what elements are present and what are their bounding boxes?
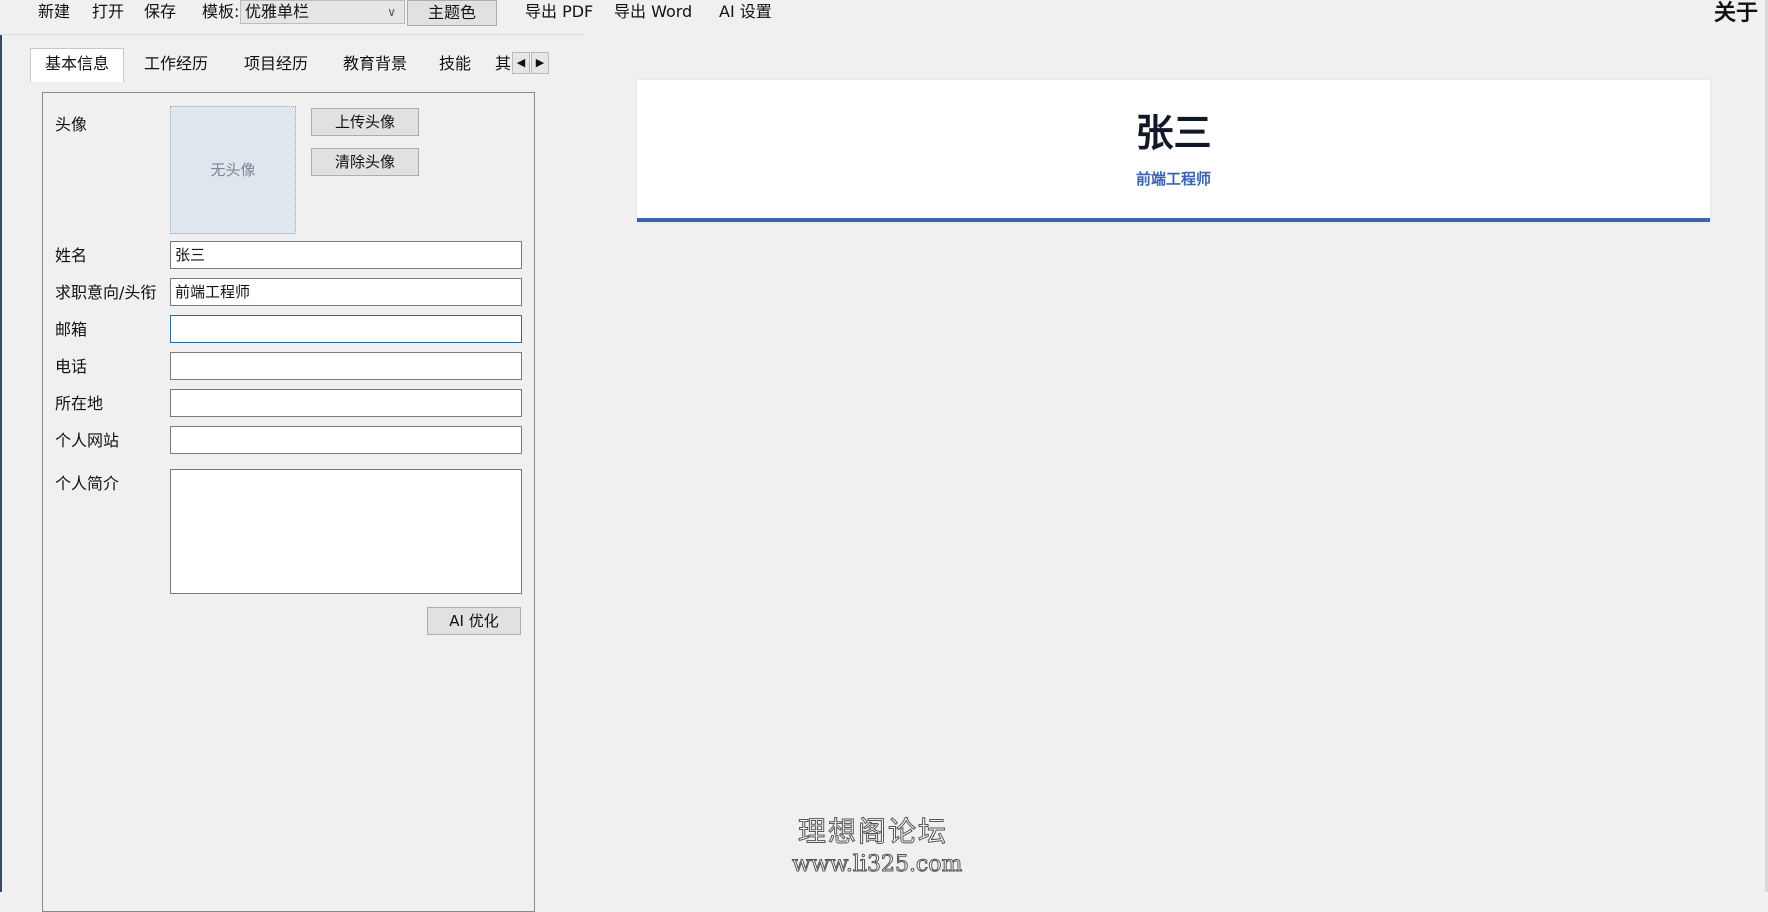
location-label: 所在地	[55, 394, 104, 413]
tab-project-experience[interactable]: 项目经历	[230, 50, 322, 78]
export-pdf-button[interactable]: 导出 PDF	[525, 0, 593, 24]
new-button[interactable]: 新建	[38, 0, 70, 24]
watermark-title: 理想阁论坛	[797, 815, 949, 849]
export-word-button[interactable]: 导出 Word	[614, 0, 692, 24]
resume-job-title: 前端工程师	[1135, 170, 1211, 188]
job-title-input[interactable]: 前端工程师	[170, 278, 522, 306]
phone-input[interactable]	[170, 352, 522, 380]
bio-label: 个人简介	[55, 474, 120, 493]
avatar-placeholder: 无头像	[170, 106, 296, 234]
website-label: 个人网站	[55, 431, 120, 450]
about-button[interactable]: 关于	[1714, 0, 1758, 28]
name-label: 姓名	[55, 246, 88, 265]
chevron-down-icon: ∨	[387, 5, 396, 19]
tab-skills[interactable]: 技能	[428, 50, 482, 78]
resume-name: 张三	[1135, 111, 1212, 155]
clear-avatar-button[interactable]: 清除头像	[311, 148, 419, 176]
location-input[interactable]	[170, 389, 522, 417]
tab-work-experience[interactable]: 工作经历	[130, 50, 222, 78]
template-label: 模板:	[202, 2, 240, 21]
tab-scroll-left-icon[interactable]: ◀	[512, 52, 530, 74]
tab-education[interactable]: 教育背景	[329, 50, 421, 78]
upload-avatar-button[interactable]: 上传头像	[311, 108, 419, 136]
no-avatar-text: 无头像	[210, 161, 256, 179]
email-label: 邮箱	[55, 320, 88, 339]
tab-scroll-right-icon[interactable]: ▶	[531, 52, 549, 74]
watermark-url: www.li325.com	[791, 852, 963, 878]
window-left-edge	[0, 0, 2, 892]
template-select-value: 优雅单栏	[245, 2, 310, 21]
ai-optimize-button[interactable]: AI 优化	[427, 607, 521, 635]
resume-accent-divider	[637, 218, 1710, 222]
open-button[interactable]: 打开	[92, 0, 124, 24]
toolbar: 新建 打开 保存 模板: 优雅单栏 ∨ 主题色 导出 PDF 导出 Word A…	[0, 0, 1768, 35]
template-select[interactable]: 优雅单栏 ∨	[240, 0, 405, 24]
theme-color-button[interactable]: 主题色	[407, 0, 497, 26]
save-button[interactable]: 保存	[144, 0, 176, 24]
resume-header-card: 张三 前端工程师	[637, 80, 1710, 222]
job-title-label: 求职意向/头衔	[55, 283, 157, 302]
ai-settings-button[interactable]: AI 设置	[719, 0, 772, 24]
bio-textarea[interactable]	[170, 469, 522, 594]
tab-basic-info[interactable]: 基本信息	[30, 48, 124, 82]
avatar-label: 头像	[55, 115, 88, 134]
email-input[interactable]	[170, 315, 522, 343]
tab-other[interactable]: 其	[493, 50, 513, 78]
name-input[interactable]: 张三	[170, 241, 522, 269]
website-input[interactable]	[170, 426, 522, 454]
phone-label: 电话	[55, 357, 88, 376]
